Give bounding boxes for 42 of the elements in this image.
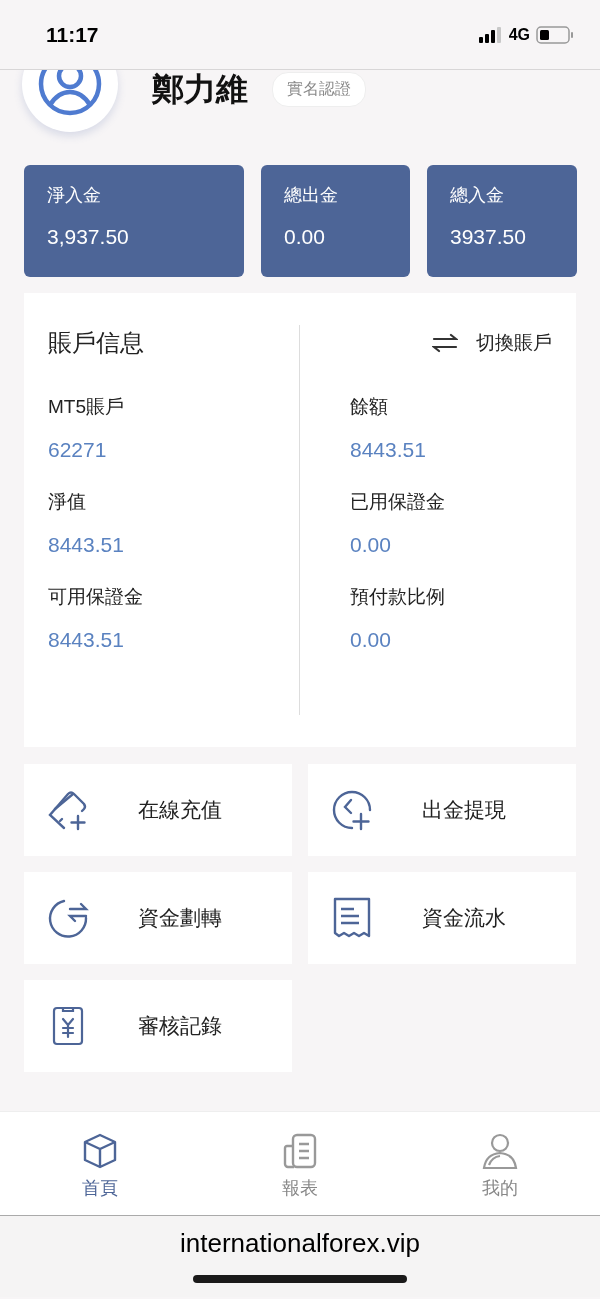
- field-label: MT5賬戶: [48, 395, 125, 419]
- tab[interactable]: 我的: [400, 1112, 600, 1215]
- tab[interactable]: 報表: [200, 1112, 400, 1215]
- url-text[interactable]: internationalforex.vip: [180, 1228, 420, 1259]
- field-label: 可用保證金: [48, 585, 144, 609]
- field-label: 淨值: [48, 490, 87, 514]
- signal-icon: [478, 26, 503, 43]
- clock-time: 11:17: [46, 22, 99, 47]
- summary-value: 0.00: [284, 225, 326, 249]
- action-button[interactable]: 在線充值: [24, 764, 292, 856]
- network-label: 4G: [508, 25, 530, 44]
- user-name: 鄭力維: [152, 70, 248, 109]
- field-value: 0.00: [350, 628, 392, 652]
- field-label: 已用保證金: [350, 490, 446, 514]
- action-button[interactable]: 資金流水: [308, 872, 576, 964]
- verification-badge: 實名認證: [272, 72, 366, 107]
- swap-icon: [432, 333, 458, 353]
- cube-icon: [81, 1132, 119, 1170]
- field-value: 0.00: [350, 533, 392, 557]
- field-value: 8443.51: [350, 438, 427, 462]
- field-label: 餘額: [350, 395, 389, 419]
- tab[interactable]: 首頁: [0, 1112, 200, 1215]
- field-value: 8443.51: [48, 628, 125, 652]
- switch-account-button[interactable]: 切換賬戶: [432, 330, 552, 356]
- field-label: 預付款比例: [350, 585, 446, 609]
- circle-plus-icon: [330, 788, 374, 832]
- summary-label: 淨入金: [47, 184, 102, 207]
- summary-value: 3937.50: [450, 225, 527, 249]
- summary-value: 3,937.50: [47, 225, 130, 249]
- summary-label: 總出金: [284, 184, 339, 207]
- action-button[interactable]: 審核記錄: [24, 980, 292, 1072]
- action-button[interactable]: 出金提現: [308, 764, 576, 856]
- action-button[interactable]: 資金劃轉: [24, 872, 292, 964]
- home-indicator[interactable]: [193, 1275, 407, 1283]
- person-icon: [38, 70, 102, 116]
- person-icon: [481, 1132, 519, 1170]
- summary-label: 總入金: [450, 184, 505, 207]
- field-value: 8443.51: [48, 533, 125, 557]
- field-value: 62271: [48, 438, 108, 462]
- document-icon: [281, 1132, 319, 1170]
- battery-icon: [536, 25, 574, 44]
- section-title: 賬戶信息: [48, 328, 144, 358]
